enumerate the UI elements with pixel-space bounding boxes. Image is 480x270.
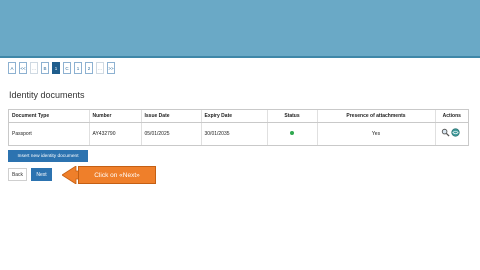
table-header-row: Document Type Number Issue Date Expiry D… xyxy=(9,110,468,123)
col-attachments: Presence of attachments xyxy=(317,110,436,123)
insert-identity-document-button[interactable]: Insert new identity document xyxy=(8,150,88,162)
cell-attachments: Yes xyxy=(317,122,436,145)
pager-ellipsis-left: ... xyxy=(30,62,38,74)
pager-last[interactable]: >> xyxy=(107,62,115,74)
col-actions: Actions xyxy=(435,110,468,123)
magnifier-icon[interactable] xyxy=(441,128,450,139)
page-title: Identity documents xyxy=(9,90,85,100)
col-number: Number xyxy=(89,110,142,123)
back-button[interactable]: Back xyxy=(8,168,27,181)
pager-item-c[interactable]: C xyxy=(63,62,71,74)
cell-number: AY432790 xyxy=(89,122,142,145)
pager-first[interactable]: << xyxy=(19,62,27,74)
pager-page-1[interactable]: 1 xyxy=(74,62,82,74)
cell-expiry-date: 30/01/2035 xyxy=(201,122,268,145)
cell-status xyxy=(267,122,318,145)
identity-documents-table: Document Type Number Issue Date Expiry D… xyxy=(8,109,469,146)
next-button[interactable]: Next xyxy=(31,168,52,181)
table-row: Passport AY432790 05/01/2025 30/01/2035 … xyxy=(9,122,468,145)
pager-item-current[interactable]: 1 xyxy=(52,62,60,74)
pager-ellipsis-right: ... xyxy=(96,62,104,74)
status-ok-icon xyxy=(290,130,294,135)
col-document-type: Document Type xyxy=(9,110,90,123)
callout-text: Click on «Next» xyxy=(78,166,156,184)
cell-issue-date: 05/01/2025 xyxy=(141,122,202,145)
col-expiry-date: Expiry Date xyxy=(201,110,268,123)
col-status: Status xyxy=(267,110,318,123)
header-banner xyxy=(0,0,480,58)
pagination: A << ... B 1 C 1 2 ... >> xyxy=(8,62,115,74)
cell-actions xyxy=(435,122,468,145)
attachment-globe-icon[interactable] xyxy=(451,128,460,139)
pager-item-b[interactable]: B xyxy=(41,62,49,74)
cell-document-type: Passport xyxy=(9,122,90,145)
pager-item-a[interactable]: A xyxy=(8,62,16,74)
pager-page-2[interactable]: 2 xyxy=(85,62,93,74)
col-issue-date: Issue Date xyxy=(141,110,202,123)
